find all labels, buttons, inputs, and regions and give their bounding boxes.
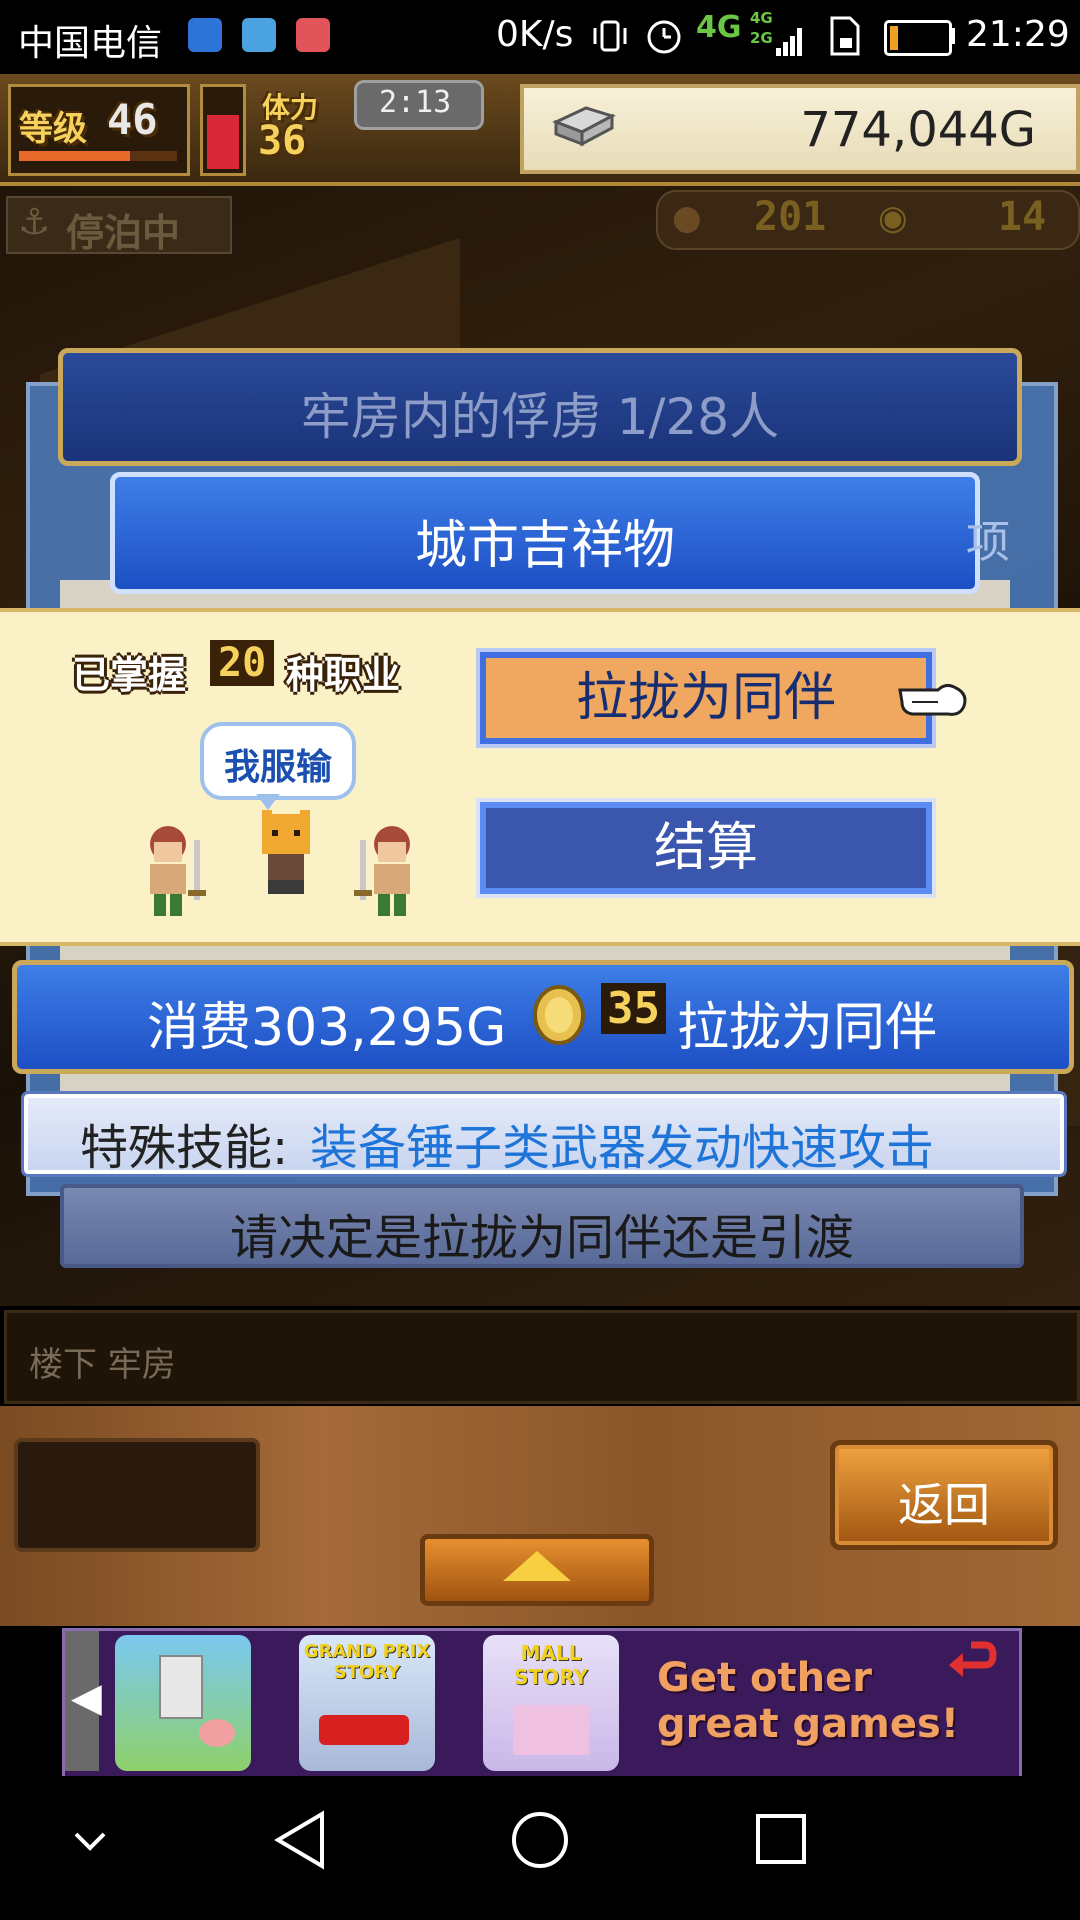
battery-tip bbox=[950, 28, 955, 44]
network-sub-bottom: 2G bbox=[750, 29, 773, 47]
pointing-hand-icon bbox=[898, 683, 967, 716]
silver-bar-icon bbox=[552, 106, 616, 147]
speech-bubble: 我服输 bbox=[200, 722, 356, 800]
money-value: 774,044G bbox=[800, 102, 1036, 158]
stamina-value: 36 bbox=[258, 118, 307, 164]
prisoner-name-bar: 城市吉祥物 bbox=[110, 472, 980, 594]
level-label: 等级 bbox=[19, 109, 87, 149]
settle-button[interactable]: 结算 bbox=[476, 798, 936, 898]
jobs-suffix: 种职业 bbox=[286, 653, 401, 697]
ad-game3-label: MALL STORY bbox=[514, 1641, 588, 1689]
special-skill-bar: 特殊技能: 装备锤子类武器发动快速攻击 bbox=[21, 1091, 1067, 1177]
soldier-sprite-left bbox=[150, 826, 206, 916]
jobs-count: 20 bbox=[210, 640, 275, 686]
soldier-sprite-right bbox=[354, 826, 410, 916]
clock: 21:29 bbox=[966, 14, 1070, 55]
medal-icon: ◉ bbox=[878, 198, 908, 238]
cost-prefix: 消费303,295G bbox=[147, 998, 507, 1058]
food-count: 201 bbox=[754, 194, 827, 240]
network-4g-label: 4G bbox=[696, 10, 742, 45]
recruit-button[interactable]: 拉拢为同伴 bbox=[476, 648, 936, 748]
prompt-text: 请决定是拉拢为同伴还是引渡 bbox=[229, 1210, 854, 1266]
ad-redirect-icon bbox=[949, 1641, 997, 1677]
stamina-gauge bbox=[200, 84, 246, 176]
location-bar: 楼下 牢房 bbox=[4, 1310, 1080, 1404]
empty-slot bbox=[14, 1438, 260, 1552]
speech-text: 我服输 bbox=[223, 747, 332, 788]
cost-suffix: 拉拢为同伴 bbox=[677, 998, 938, 1058]
ad-banner[interactable]: ◀ GRAND PRIX STORY MALL STORY Get other … bbox=[62, 1628, 1022, 1780]
app-notification-icon bbox=[242, 18, 276, 52]
back-triangle-icon[interactable] bbox=[272, 1810, 328, 1870]
ad-game-mall-story[interactable]: MALL STORY bbox=[483, 1635, 619, 1771]
mascot-sprite bbox=[262, 810, 310, 894]
docked-badge: ⚓ 停泊中 bbox=[6, 196, 232, 255]
prompt-bar: 请决定是拉拢为同伴还是引渡 bbox=[60, 1184, 1024, 1268]
battery-icon bbox=[884, 20, 952, 56]
network-sub-top: 4G bbox=[750, 9, 773, 27]
ad-game-castle[interactable] bbox=[115, 1635, 251, 1771]
timer-value: 2:13 bbox=[379, 85, 452, 120]
sim-lock-icon bbox=[830, 16, 860, 56]
ad-game-grand-prix[interactable]: GRAND PRIX STORY bbox=[299, 1635, 435, 1771]
level-panel: 等级 46 bbox=[8, 84, 190, 176]
alarm-icon bbox=[647, 20, 681, 54]
food-icon: ● bbox=[672, 198, 702, 238]
skill-label: 特殊技能: bbox=[80, 1120, 289, 1176]
dialog-title: 牢房内的俘虏 1/28人 bbox=[300, 388, 780, 446]
system-nav-bar bbox=[0, 1776, 1080, 1920]
recruit-cost-bar[interactable]: 消费303,295G 35 拉拢为同伴 bbox=[12, 960, 1074, 1074]
carrier-label: 中国电信 bbox=[18, 23, 163, 64]
cost-medals: 35 bbox=[601, 983, 666, 1034]
resource-bar: ● 201 ◉ 14 bbox=[656, 190, 1080, 250]
ad-game2-label: GRAND PRIX STORY bbox=[303, 1641, 431, 1683]
prisoner-name: 城市吉祥物 bbox=[414, 516, 675, 576]
status-bar: 中国电信 0K/s 4G 4G 2G 21:29 bbox=[0, 0, 1080, 74]
money-box: 774,044G bbox=[520, 84, 1080, 174]
expand-up-button[interactable] bbox=[420, 1534, 654, 1606]
skill-text: 装备锤子类武器发动快速攻击 bbox=[310, 1120, 935, 1176]
recents-square-icon[interactable] bbox=[754, 1812, 808, 1868]
network-speed: 0K/s bbox=[496, 14, 574, 55]
battery-app-icon bbox=[296, 18, 330, 52]
medal-coin-icon bbox=[533, 985, 585, 1045]
side-fragment: 项 bbox=[966, 517, 1010, 568]
signal-icon bbox=[776, 0, 806, 74]
arrow-up-icon bbox=[503, 1551, 571, 1581]
dialog-title-bar: 牢房内的俘虏 1/28人 bbox=[58, 348, 1022, 466]
back-button-label: 返回 bbox=[898, 1478, 990, 1532]
home-circle-icon[interactable] bbox=[510, 1810, 570, 1870]
chevron-down-icon[interactable] bbox=[72, 1830, 108, 1854]
medal-count: 14 bbox=[998, 194, 1047, 240]
ad-scroll-left[interactable]: ◀ bbox=[65, 1631, 102, 1771]
timer-box: 2:13 bbox=[354, 80, 484, 130]
vibrate-icon bbox=[593, 20, 627, 52]
jobs-prefix: 已掌握 bbox=[72, 653, 187, 697]
back-button[interactable]: 返回 bbox=[830, 1440, 1058, 1550]
docked-label: 停泊中 bbox=[66, 211, 181, 255]
location-text: 楼下 牢房 bbox=[29, 1345, 176, 1385]
wifi-hotspot-icon bbox=[188, 18, 222, 52]
level-value: 46 bbox=[107, 95, 158, 144]
